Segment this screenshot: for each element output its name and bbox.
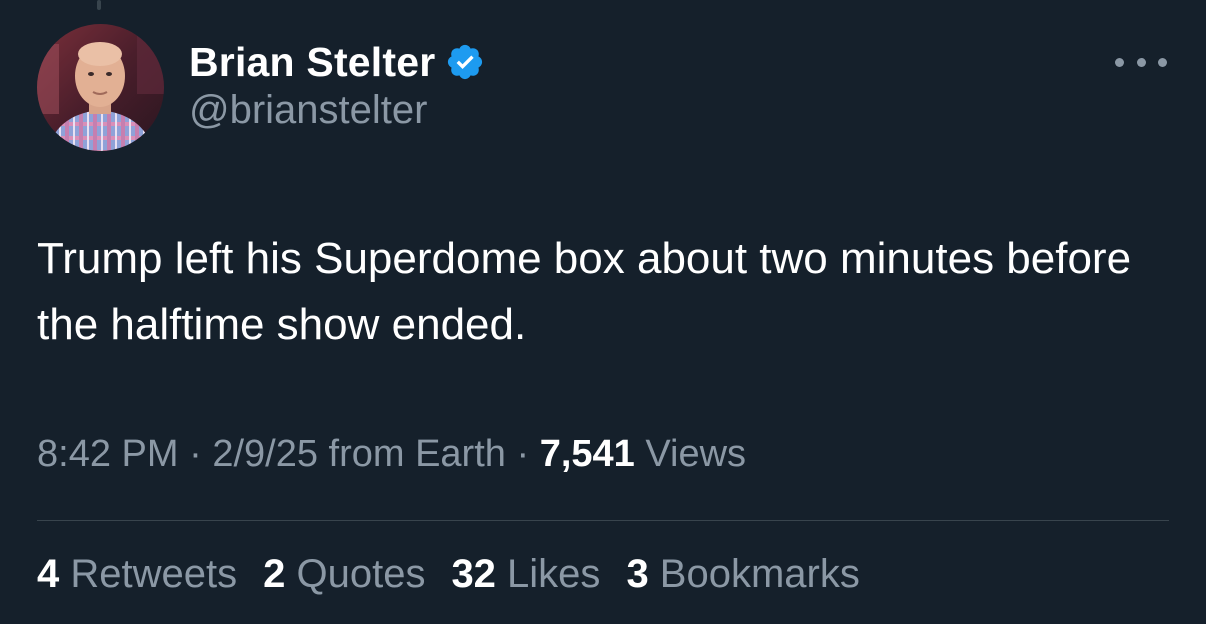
author-handle[interactable]: @brianstelter bbox=[189, 88, 427, 133]
retweets-stat[interactable]: 4 Retweets bbox=[37, 552, 237, 597]
bookmarks-count: 3 bbox=[626, 552, 649, 596]
likes-count: 32 bbox=[451, 552, 496, 596]
tweet-time[interactable]: 8:42 PM bbox=[37, 433, 179, 475]
meta-separator: · bbox=[505, 433, 540, 475]
more-horizontal-icon-dot bbox=[1136, 57, 1146, 67]
retweets-count: 4 bbox=[37, 552, 60, 596]
quotes-count: 2 bbox=[263, 552, 286, 596]
views-count[interactable]: 7,541 bbox=[540, 433, 635, 475]
quotes-label: Quotes bbox=[285, 552, 426, 596]
views-label[interactable]: Views bbox=[635, 433, 746, 475]
more-options-button[interactable] bbox=[1115, 48, 1167, 76]
avatar[interactable] bbox=[37, 24, 164, 151]
tweet-text: Trump left his Superdome box about two m… bbox=[37, 234, 1132, 349]
tweet-date-source[interactable]: 2/9/25 from Earth bbox=[212, 433, 506, 475]
author-display-name[interactable]: Brian Stelter bbox=[189, 39, 435, 86]
likes-label: Likes bbox=[495, 552, 601, 596]
author-name-row: Brian Stelter bbox=[189, 36, 485, 88]
more-horizontal-icon-dot bbox=[1158, 57, 1167, 67]
avatar-image bbox=[37, 24, 164, 151]
tweet-metadata: 8:42 PM · 2/9/25 from Earth · 7,541 View… bbox=[37, 433, 746, 476]
retweets-label: Retweets bbox=[59, 552, 238, 596]
thread-connector-line bbox=[97, 0, 101, 10]
quotes-stat[interactable]: 2 Quotes bbox=[263, 552, 425, 597]
divider bbox=[37, 520, 1169, 521]
meta-separator: · bbox=[178, 433, 213, 475]
likes-stat[interactable]: 32 Likes bbox=[451, 552, 600, 597]
bookmarks-label: Bookmarks bbox=[648, 552, 860, 596]
bookmarks-stat[interactable]: 3 Bookmarks bbox=[626, 552, 859, 597]
more-horizontal-icon bbox=[1115, 57, 1124, 67]
verified-badge-icon[interactable] bbox=[445, 42, 485, 82]
engagement-stats: 4 Retweets 2 Quotes 32 Likes 3 Bookmarks bbox=[37, 552, 886, 597]
